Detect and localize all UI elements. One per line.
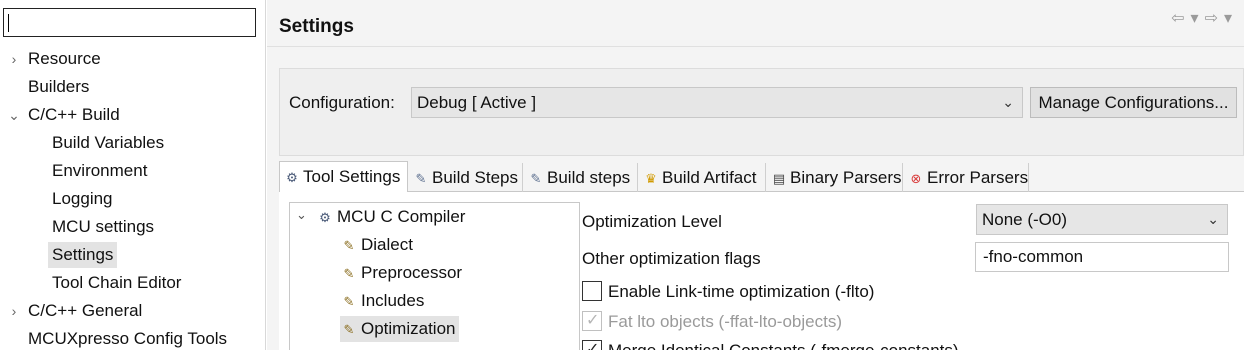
nav-item-cpp-build[interactable]: ⌄ C/C++ Build: [8, 102, 120, 128]
chevron-right-icon[interactable]: ›: [7, 298, 21, 324]
merge-constants-checkbox[interactable]: ✓: [582, 340, 602, 350]
other-optimization-flags-label: Other optimization flags: [582, 249, 761, 268]
history-nav: ⇦▾⇨▾: [1171, 8, 1238, 28]
build-steps-icon: ✎: [530, 171, 542, 186]
nav-item-tool-chain-editor[interactable]: Tool Chain Editor: [52, 270, 181, 296]
option-category-icon: ✎: [343, 322, 355, 337]
fat-lto-checkbox[interactable]: ✓: [582, 311, 602, 331]
tree-item-includes[interactable]: ✎ Includes: [340, 288, 425, 314]
tool-tree: ⌄ ⚙ MCU C Compiler ✎ Dialect ✎ Preprocessor…: [289, 202, 580, 350]
option-category-icon: ✎: [343, 294, 355, 309]
other-optimization-flags-input[interactable]: -fno-common: [975, 242, 1229, 272]
chevron-down-icon[interactable]: ⌄: [7, 102, 21, 128]
header-divider: [267, 46, 1244, 47]
settings-panel: Settings ⇦▾⇨▾ Configuration: Debug [ Act…: [267, 0, 1244, 350]
nav-item-mcu-settings[interactable]: MCU settings: [52, 214, 154, 240]
chevron-down-icon[interactable]: ⌄: [296, 207, 307, 223]
optimization-level-select[interactable]: None (-O0) ⌄: [976, 204, 1228, 235]
back-arrow-icon[interactable]: ⇦: [1171, 8, 1190, 28]
tab-tool-settings[interactable]: ⚙ Tool Settings: [279, 161, 408, 193]
nav-item-environment[interactable]: Environment: [52, 158, 147, 184]
optimization-level-label: Optimization Level: [582, 212, 722, 231]
tab-binary-parsers[interactable]: ▤ Binary Parsers: [767, 163, 903, 192]
tab-build-steps-2[interactable]: ✎ Build steps: [524, 163, 638, 192]
nav-item-mcuxpresso-config-tools[interactable]: MCUXpresso Config Tools: [28, 326, 227, 350]
configuration-label: Configuration:: [289, 93, 395, 112]
configuration-group: Configuration: Debug [ Active ] ⌄ Manage…: [279, 68, 1244, 156]
lto-checkbox[interactable]: [582, 281, 602, 301]
nav-item-logging[interactable]: Logging: [52, 186, 113, 212]
nav-item-builders[interactable]: Builders: [28, 74, 89, 100]
merge-constants-label: Merge Identical Constants (-fmerge-const…: [608, 341, 959, 350]
nav-item-resource[interactable]: › Resource: [12, 46, 101, 72]
error-parsers-icon: ⊗: [910, 171, 922, 186]
tab-error-parsers[interactable]: ⊗ Error Parsers: [904, 163, 1029, 192]
chevron-down-icon: ⌄: [1002, 94, 1014, 110]
lto-label: Enable Link-time optimization (-flto): [608, 282, 875, 301]
nav-item-settings[interactable]: Settings: [48, 242, 118, 268]
checkmark-icon: ✓: [586, 312, 600, 329]
binary-parsers-icon: ▤: [772, 171, 786, 186]
configuration-select[interactable]: Debug [ Active ] ⌄: [411, 87, 1023, 118]
option-category-icon: ✎: [343, 266, 355, 281]
build-artifact-icon: ♛: [645, 171, 657, 186]
tool-settings-content: ⌄ ⚙ MCU C Compiler ✎ Dialect ✎ Preprocessor…: [279, 192, 1244, 350]
tree-item-dialect[interactable]: ✎ Dialect: [340, 232, 413, 258]
compiler-gear-icon: ⚙: [319, 210, 331, 225]
tool-settings-icon: ⚙: [286, 170, 298, 185]
forward-arrow-icon[interactable]: ⇨: [1205, 8, 1224, 28]
tab-build-artifact[interactable]: ♛ Build Artifact: [639, 163, 766, 192]
manage-configurations-button[interactable]: Manage Configurations...: [1030, 87, 1237, 118]
build-steps-icon: ✎: [415, 171, 427, 186]
text-caret: [8, 14, 9, 32]
tree-item-optimization[interactable]: ✎ Optimization: [340, 316, 460, 342]
preferences-nav: › Resource Builders ⌄ C/C++ Build Build …: [0, 0, 266, 350]
chevron-right-icon[interactable]: ›: [7, 46, 21, 72]
filter-input[interactable]: [3, 8, 256, 37]
page-title: Settings: [279, 16, 354, 37]
tree-item-preprocessor[interactable]: ✎ Preprocessor: [340, 260, 463, 286]
back-menu-chevron-icon[interactable]: ▾: [1191, 8, 1205, 28]
chevron-down-icon: ⌄: [1207, 211, 1219, 227]
nav-item-cpp-general[interactable]: › C/C++ General: [12, 298, 143, 324]
fat-lto-label: Fat lto objects (-ffat-lto-objects): [608, 312, 842, 331]
nav-item-build-variables[interactable]: Build Variables: [52, 130, 164, 156]
option-category-icon: ✎: [343, 238, 355, 253]
forward-menu-chevron-icon[interactable]: ▾: [1224, 8, 1238, 28]
tree-item-mcu-c-compiler[interactable]: ⚙ MCU C Compiler: [316, 204, 465, 230]
tab-build-steps[interactable]: ✎ Build Steps: [409, 163, 523, 192]
settings-tabs: ⚙ Tool Settings ✎ Build Steps ✎ Build steps…: [279, 161, 1244, 193]
checkmark-icon: ✓: [586, 341, 600, 350]
